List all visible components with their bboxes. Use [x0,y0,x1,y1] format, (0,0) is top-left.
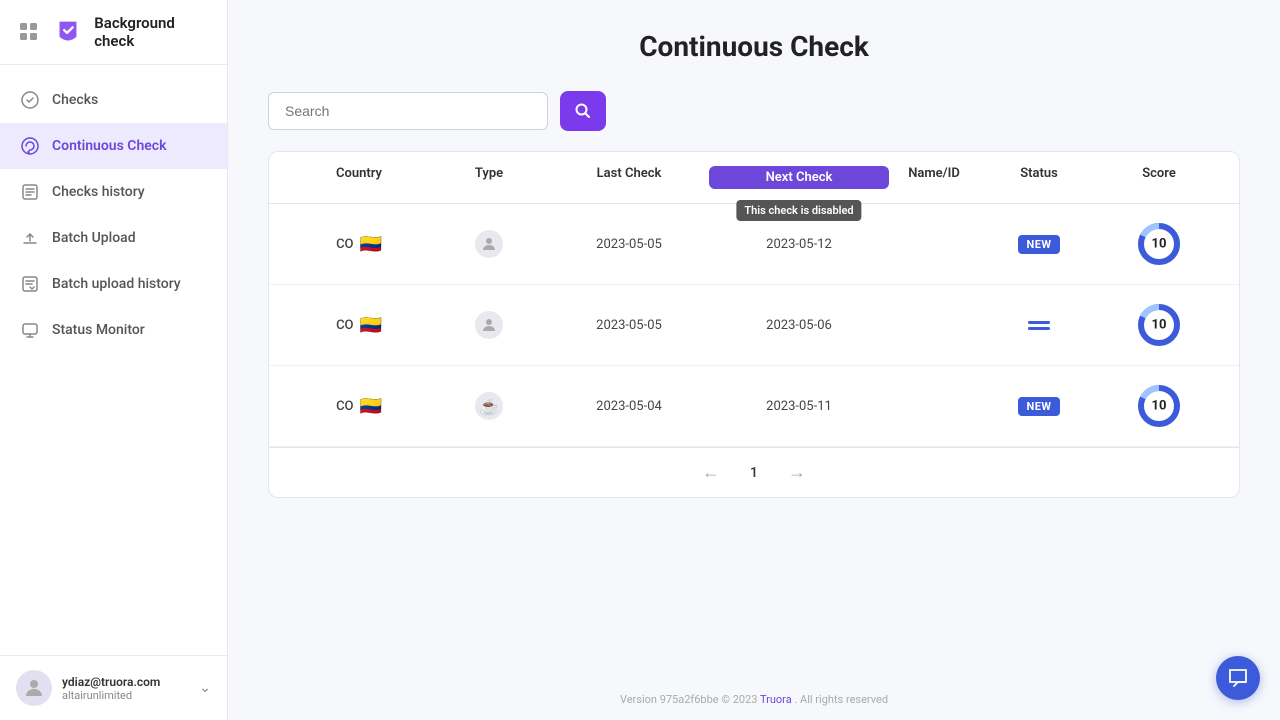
col-next-check: Next Check This check is disabled [709,166,889,189]
status-badge-new: NEW [1018,397,1059,416]
sidebar-item-batch-upload-history[interactable]: Batch upload history [0,261,227,307]
col-status: Status [979,166,1099,189]
table-header: Country Type Last Check Next Check This … [269,152,1239,204]
cell-score: 10 [1099,220,1219,268]
table-row[interactable]: CO 🇨🇴 ☕ 2023-05-04 2023-05-11 NEW [269,366,1239,447]
sidebar-nav: Checks Continuous Check Checks history B… [0,65,227,655]
sidebar-item-checks-history-label: Checks history [52,184,145,200]
prev-page-button[interactable]: ← [702,462,720,483]
col-name-id: Name/ID [889,166,979,189]
score-value: 10 [1152,399,1167,414]
batch-upload-history-icon [20,274,40,294]
cell-type [429,311,549,339]
sidebar-item-checks[interactable]: Checks [0,77,227,123]
sidebar-item-batch-upload-history-label: Batch upload history [52,276,181,292]
table-row[interactable]: CO 🇨🇴 2023-05-05 2023-05-06 [269,285,1239,366]
sidebar-item-status-monitor-label: Status Monitor [52,322,145,338]
search-row [268,91,1240,131]
user-email: ydiaz@truora.com [62,675,189,689]
grid-icon[interactable] [16,18,42,46]
score-donut: 10 [1135,301,1183,349]
sidebar-item-checks-label: Checks [52,92,98,108]
sidebar-item-checks-history[interactable]: Checks history [0,169,227,215]
col-last-check: Last Check [549,166,709,189]
cell-country: CO 🇨🇴 [289,234,429,255]
cell-status: NEW [979,235,1099,254]
person-icon [475,311,503,339]
next-page-button[interactable]: → [788,462,806,483]
current-page: 1 [750,465,758,481]
sidebar-brand-title: Background check [94,14,211,50]
status-monitor-icon [20,320,40,340]
cell-status: NEW [979,397,1099,416]
next-check-tooltip: This check is disabled [736,200,861,221]
status-badge-new: NEW [1018,235,1059,254]
cell-next-check: 2023-05-06 [709,318,889,333]
score-donut: 10 [1135,382,1183,430]
avatar [16,670,52,706]
cell-type [429,230,549,258]
main-content: Continuous Check Country Type Last Check… [228,0,1280,720]
page-title: Continuous Check [268,30,1240,63]
cell-last-check: 2023-05-05 [549,237,709,252]
version-text: Version 975a2f6bbe © 2023 [620,693,758,706]
sidebar-header: Background check [0,0,227,65]
score-donut: 10 [1135,220,1183,268]
data-table: Country Type Last Check Next Check This … [268,151,1240,498]
brand-link[interactable]: Truora [760,693,792,706]
status-badge-lines [1028,321,1050,330]
page-footer: Version 975a2f6bbe © 2023 Truora . All r… [228,683,1280,720]
sidebar-item-batch-upload[interactable]: Batch Upload [0,215,227,261]
cell-status [979,321,1099,330]
cell-country: CO 🇨🇴 [289,315,429,336]
col-country: Country [289,166,429,189]
logo-icon [52,15,84,49]
person-icon [475,230,503,258]
col-score: Score [1099,166,1219,189]
checks-icon [20,90,40,110]
pagination: ← 1 → [269,447,1239,497]
cell-next-check: 2023-05-11 [709,399,889,414]
cell-last-check: 2023-05-05 [549,318,709,333]
cell-last-check: 2023-05-04 [549,399,709,414]
cell-score: 10 [1099,301,1219,349]
content-area: Continuous Check Country Type Last Check… [228,0,1280,683]
sidebar-item-continuous-check[interactable]: Continuous Check [0,123,227,169]
batch-upload-icon [20,228,40,248]
sidebar-item-batch-upload-label: Batch Upload [52,230,136,246]
search-button[interactable] [560,91,606,131]
chevron-down-icon[interactable]: ⌄ [199,680,211,696]
chat-bubble-button[interactable] [1216,656,1260,700]
cell-score: 10 [1099,382,1219,430]
user-company: altairunlimited [62,689,189,702]
score-value: 10 [1152,237,1167,252]
sidebar-item-continuous-check-label: Continuous Check [52,138,166,154]
col-type: Type [429,166,549,189]
score-value: 10 [1152,318,1167,333]
cell-country: CO 🇨🇴 [289,396,429,417]
puzzle-icon: ☕ [475,392,503,420]
search-input[interactable] [268,92,548,130]
cell-next-check: 2023-05-12 [709,237,889,252]
cell-type: ☕ [429,392,549,420]
rights-text: . All rights reserved [794,693,888,706]
sidebar-footer[interactable]: ydiaz@truora.com altairunlimited ⌄ [0,655,227,720]
user-info: ydiaz@truora.com altairunlimited [62,675,189,702]
sidebar: Background check Checks Continuous Check… [0,0,228,720]
checks-history-icon [20,182,40,202]
sidebar-item-status-monitor[interactable]: Status Monitor [0,307,227,353]
continuous-check-icon [20,136,40,156]
